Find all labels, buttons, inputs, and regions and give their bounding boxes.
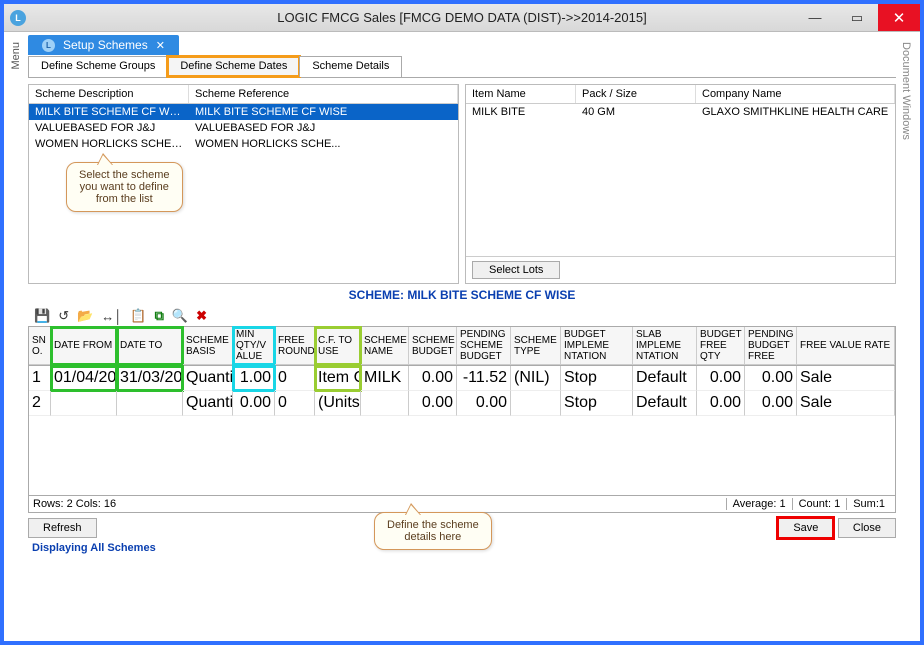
col-scheme-type[interactable]: SCHEME TYPE [511, 327, 561, 365]
col-date-to[interactable]: DATE TO [117, 327, 183, 365]
col-free-round[interactable]: FREE ROUND [275, 327, 315, 365]
tab-close-icon[interactable]: ✕ [156, 39, 165, 52]
col-date-from[interactable]: DATE FROM [51, 327, 117, 365]
status-bar: Rows: 2 Cols: 16 Average: 1 Count: 1 Sum… [28, 496, 896, 513]
item-row[interactable]: MILK BITE 40 GM GLAXO SMITHKLINE HEALTH … [466, 104, 895, 120]
col-scheme-basis[interactable]: SCHEME BASIS [183, 327, 233, 365]
col-budget-free-qty[interactable]: BUDGET FREE QTY [697, 327, 745, 365]
col-scheme-budget[interactable]: SCHEME BUDGET [409, 327, 457, 365]
col-slab-implementation[interactable]: SLAB IMPLEME NTATION [633, 327, 697, 365]
maximize-button[interactable]: ▭ [836, 4, 878, 31]
select-lots-button[interactable]: Select Lots [472, 261, 560, 279]
undo-icon[interactable]: ↺ [56, 308, 71, 324]
folder-icon[interactable]: 📂 [75, 308, 95, 324]
app-logo-icon: L [10, 10, 26, 26]
col-pack-size[interactable]: Pack / Size [576, 85, 696, 103]
col-company-name[interactable]: Company Name [696, 85, 895, 103]
status-count: Count: 1 [792, 498, 847, 510]
close-window-button[interactable]: ✕ [878, 4, 920, 31]
status-average: Average: 1 [726, 498, 792, 510]
save-button[interactable]: Save [778, 518, 833, 538]
titlebar: L LOGIC FMCG Sales [FMCG DEMO DATA (DIST… [4, 4, 920, 32]
excel-icon[interactable]: ⧉ [153, 308, 166, 324]
item-panel: Item Name Pack / Size Company Name MILK … [465, 84, 896, 284]
save-icon[interactable]: 💾 [32, 308, 52, 324]
col-free-value-rate[interactable]: FREE VALUE RATE [797, 327, 895, 365]
tab-setup-schemes[interactable]: L Setup Schemes ✕ [28, 35, 179, 55]
scheme-title: SCHEME: MILK BITE SCHEME CF WISE [28, 284, 896, 306]
delete-icon[interactable]: ✖ [194, 308, 209, 324]
col-scheme-description[interactable]: Scheme Description [29, 85, 189, 103]
scheme-row[interactable]: MILK BITE SCHEME CF WISE MILK BITE SCHEM… [29, 104, 458, 120]
close-button[interactable]: Close [838, 518, 896, 538]
refresh-button[interactable]: Refresh [28, 518, 97, 538]
col-sno[interactable]: SN O. [29, 327, 51, 365]
resize-icon[interactable]: ↔│ [99, 309, 124, 324]
grid-row[interactable]: 2 Quantity 0.00 0 (Units) 0.00 0.00 Stop… [29, 391, 895, 416]
menu-sidebar-label[interactable]: Menu [8, 38, 24, 74]
tab-setup-schemes-label: Setup Schemes [63, 38, 148, 52]
minimize-button[interactable]: — [794, 4, 836, 31]
find-icon[interactable]: 🔍 [170, 308, 190, 324]
col-scheme-reference[interactable]: Scheme Reference [189, 85, 458, 103]
window-title: LOGIC FMCG Sales [FMCG DEMO DATA (DIST)-… [277, 10, 646, 25]
col-min-qty-value[interactable]: MIN QTY/V ALUE [233, 327, 275, 365]
col-item-name[interactable]: Item Name [466, 85, 576, 103]
col-pending-budget-free[interactable]: PENDING BUDGET FREE [745, 327, 797, 365]
scheme-dates-grid: SN O. DATE FROM DATE TO SCHEME BASIS MIN… [28, 326, 896, 366]
tab-define-scheme-dates[interactable]: Define Scheme Dates [167, 56, 300, 77]
col-cf-to-use[interactable]: C.F. TO USE [315, 327, 361, 365]
status-rows-cols: Rows: 2 Cols: 16 [33, 498, 116, 510]
copy-icon[interactable]: 📋 [128, 308, 148, 324]
callout-select-scheme: Select the scheme you want to define fro… [66, 162, 183, 212]
col-pending-scheme-budget[interactable]: PENDING SCHEME BUDGET [457, 327, 511, 365]
tab-icon: L [42, 39, 55, 52]
scheme-row[interactable]: WOMEN HORLICKS SCHEME WOMEN HORLICKS SCH… [29, 136, 458, 152]
status-sum: Sum:1 [846, 498, 891, 510]
col-scheme-name[interactable]: SCHEME NAME [361, 327, 409, 365]
grid-row[interactable]: 1 01/04/2014 31/03/2015 Quantity 1.00 0 … [29, 366, 895, 391]
callout-define-details: Define the scheme details here [374, 512, 492, 550]
document-windows-label[interactable]: Document Windows [898, 38, 914, 144]
col-budget-implementation[interactable]: BUDGET IMPLEME NTATION [561, 327, 633, 365]
tab-scheme-details[interactable]: Scheme Details [299, 56, 402, 77]
grid-toolbar: 💾 ↺ 📂 ↔│ 📋 ⧉ 🔍 ✖ [28, 306, 896, 326]
tab-define-scheme-groups[interactable]: Define Scheme Groups [28, 56, 168, 77]
scheme-row[interactable]: VALUEBASED FOR J&J VALUEBASED FOR J&J [29, 120, 458, 136]
